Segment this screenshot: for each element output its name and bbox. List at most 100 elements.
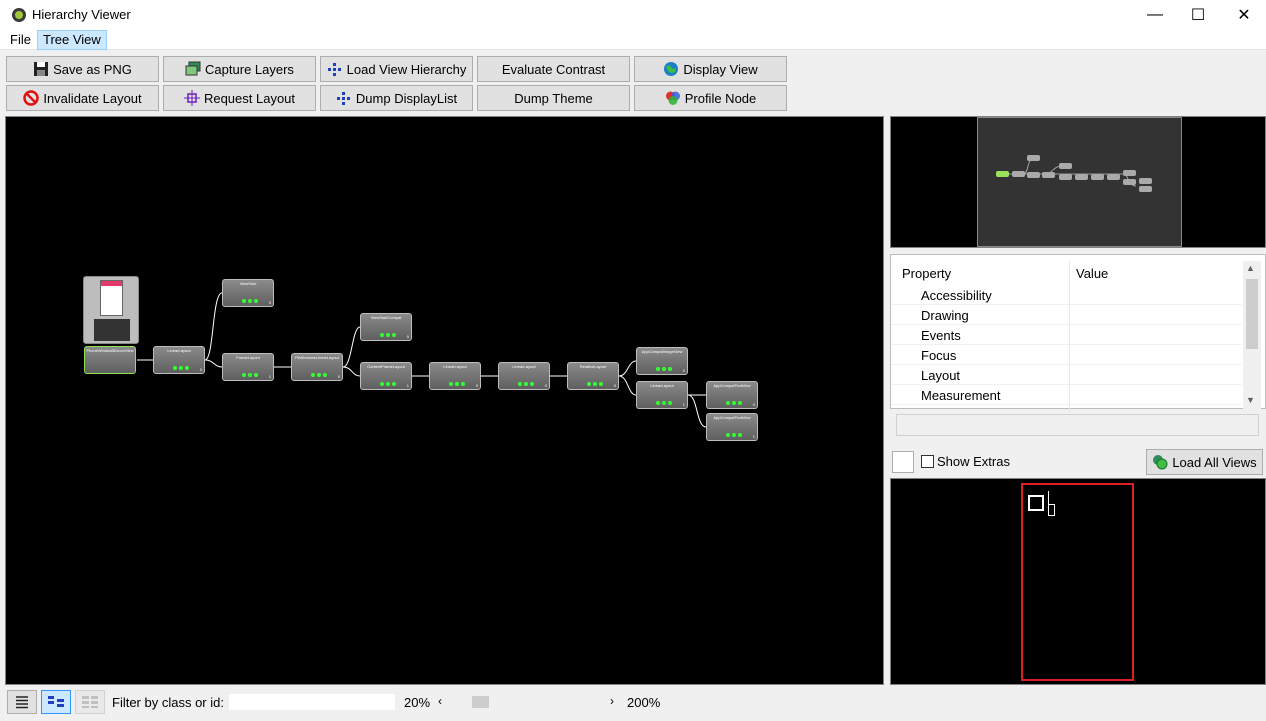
load-view-hierarchy-label: Load View Hierarchy bbox=[346, 61, 467, 77]
dump-theme-button[interactable]: Dump Theme bbox=[477, 85, 630, 111]
menu-file[interactable]: File bbox=[5, 30, 36, 50]
overview-node bbox=[1123, 179, 1136, 185]
tree-view-mode-button[interactable] bbox=[7, 690, 37, 714]
show-extras-label[interactable]: Show Extras bbox=[937, 454, 1010, 469]
profile-node-button[interactable]: Profile Node bbox=[634, 85, 787, 111]
display-view-button[interactable]: Display View bbox=[634, 56, 787, 82]
property-row[interactable]: Accessibility bbox=[892, 285, 1242, 305]
zoom-slider[interactable]: ‹ › bbox=[436, 693, 622, 711]
app-icon bbox=[12, 8, 26, 22]
save-as-png-button[interactable]: Save as PNG bbox=[6, 56, 159, 82]
property-row[interactable]: Measurement bbox=[892, 385, 1242, 405]
menu-tree-view[interactable]: Tree View bbox=[37, 30, 107, 50]
overview-node bbox=[996, 171, 1009, 177]
tree-node[interactable]: FitWindowsLinearLayout 0 bbox=[291, 353, 343, 381]
grid-icon bbox=[82, 696, 98, 708]
tree-canvas[interactable]: PhoneWindow$DecorView LinearLayout 0 ViewSt… bbox=[5, 116, 884, 685]
tree-node[interactable]: FrameLayout 1 bbox=[222, 353, 274, 381]
tree-node-index: 0 bbox=[199, 367, 202, 372]
zoom-left-arrow-icon[interactable]: ‹ bbox=[438, 694, 442, 708]
overview-panel[interactable] bbox=[890, 116, 1266, 248]
dump-displaylist-button[interactable]: Dump DisplayList bbox=[320, 85, 473, 111]
status-bar: Filter by class or id: 20% ‹ › 200% bbox=[0, 688, 1266, 721]
request-layout-button[interactable]: Request Layout bbox=[163, 85, 316, 111]
zoom-min-label: 20% bbox=[404, 695, 431, 710]
properties-scrollbar[interactable]: ▲ ▼ bbox=[1243, 261, 1261, 409]
overview-links bbox=[1004, 157, 1137, 187]
overview-node bbox=[1012, 171, 1025, 177]
capture-layers-button[interactable]: Capture Layers bbox=[163, 56, 316, 82]
hierarchy-icon bbox=[327, 63, 341, 76]
tree-node[interactable]: LinearLayout 0 bbox=[153, 346, 205, 374]
property-row[interactable]: Drawing bbox=[892, 305, 1242, 325]
crosshair-icon bbox=[183, 90, 200, 106]
tree-node[interactable]: PhoneWindow$DecorView bbox=[84, 346, 136, 374]
pixel-perfect-mode-button[interactable] bbox=[41, 690, 71, 714]
scroll-up-icon[interactable]: ▲ bbox=[1246, 263, 1255, 273]
tree-node-label: ContentFrameLayout bbox=[367, 364, 405, 369]
evaluate-contrast-button[interactable]: Evaluate Contrast bbox=[477, 56, 630, 82]
zoom-thumb[interactable] bbox=[471, 696, 489, 708]
profile-dots bbox=[656, 401, 672, 405]
property-column-header[interactable]: Property bbox=[902, 266, 951, 281]
tree-node[interactable]: LinearLayout 0 bbox=[429, 362, 481, 390]
layout-mode-button[interactable] bbox=[75, 690, 105, 714]
preview-info bbox=[94, 319, 130, 341]
profile-dots bbox=[173, 366, 189, 370]
scroll-down-icon[interactable]: ▼ bbox=[1246, 395, 1255, 405]
property-row-label: Focus bbox=[921, 348, 957, 363]
load-view-hierarchy-button[interactable]: Load View Hierarchy bbox=[320, 56, 473, 82]
scrollbar-thumb[interactable] bbox=[1246, 279, 1258, 349]
property-row[interactable]: Focus bbox=[892, 345, 1242, 365]
overview-node bbox=[1075, 174, 1088, 180]
tree-node-label: AppCompatTextView bbox=[713, 415, 751, 420]
tree-node-index: 0 bbox=[337, 374, 340, 379]
minimize-button[interactable]: — bbox=[1132, 0, 1178, 30]
tree-node[interactable]: AppCompatTextView 1 bbox=[706, 413, 758, 441]
layout-bounds bbox=[1021, 483, 1134, 681]
tree-node[interactable]: AppCompatTextView 0 bbox=[706, 381, 758, 409]
tree-node[interactable]: ContentFrameLayout 1 bbox=[360, 362, 412, 390]
maximize-button[interactable]: ☐ bbox=[1175, 0, 1221, 30]
globe-icon bbox=[664, 62, 679, 76]
property-row[interactable]: Layout bbox=[892, 365, 1242, 385]
overview-node bbox=[1059, 163, 1072, 169]
profile-dots bbox=[311, 373, 327, 377]
toolbar: Save as PNG Capture Layers Load View Hie… bbox=[0, 51, 1266, 113]
load-all-views-button[interactable]: Load All Views bbox=[1146, 449, 1263, 475]
overview-node bbox=[1139, 178, 1152, 184]
property-row-label: Events bbox=[921, 328, 961, 343]
tree-node[interactable]: AppCompatImageView 0 bbox=[636, 347, 688, 375]
tree-node-index: 1 bbox=[268, 374, 271, 379]
profile-dots bbox=[726, 433, 742, 437]
tree-node[interactable]: LinearLayout 1 bbox=[636, 381, 688, 409]
tree-node-index: 0 bbox=[475, 383, 478, 388]
tree-node-index: 1 bbox=[752, 434, 755, 439]
profile-node-label: Profile Node bbox=[684, 90, 757, 106]
show-extras-checkbox[interactable] bbox=[921, 455, 934, 468]
color-swatch[interactable] bbox=[892, 451, 914, 473]
property-value-field[interactable] bbox=[896, 414, 1259, 436]
tree-node[interactable]: ViewStubCompat 0 bbox=[360, 313, 412, 341]
tree-node-label: PhoneWindow$DecorView bbox=[86, 348, 134, 353]
overview-viewport[interactable] bbox=[977, 117, 1182, 247]
tree-node-label: AppCompatImageView bbox=[641, 349, 683, 354]
close-button[interactable]: ✕ bbox=[1221, 0, 1266, 30]
layout-view-panel[interactable] bbox=[890, 478, 1266, 685]
profile-dots bbox=[242, 373, 258, 377]
tree-node-label: LinearLayout bbox=[512, 364, 536, 369]
tree-node[interactable]: LinearLayout 0 bbox=[498, 362, 550, 390]
invalidate-layout-button[interactable]: Invalidate Layout bbox=[6, 85, 159, 111]
tree-node-index: 1 bbox=[406, 383, 409, 388]
zoom-max-label: 200% bbox=[627, 695, 661, 710]
tree-node[interactable]: RelativeLayout 0 bbox=[567, 362, 619, 390]
overview-node bbox=[1042, 172, 1055, 178]
property-row[interactable]: Events bbox=[892, 325, 1242, 345]
layout-child-box bbox=[1048, 504, 1055, 516]
property-row-label: Drawing bbox=[921, 308, 969, 323]
zoom-right-arrow-icon[interactable]: › bbox=[610, 694, 614, 708]
overview-node bbox=[1059, 174, 1072, 180]
filter-input[interactable] bbox=[228, 693, 396, 711]
value-column-header[interactable]: Value bbox=[1076, 266, 1108, 281]
tree-node[interactable]: ViewStub 0 bbox=[222, 279, 274, 307]
